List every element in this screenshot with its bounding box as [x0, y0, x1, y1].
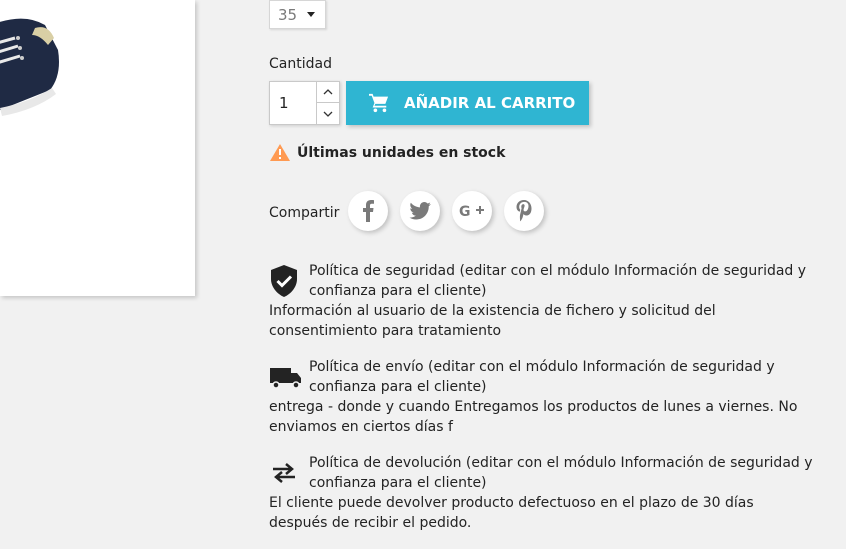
reassurance-title: Política de seguridad (editar con el mód…: [309, 263, 807, 299]
quantity-label: Cantidad: [269, 56, 332, 72]
swap-arrows-icon: [269, 453, 309, 493]
product-image[interactable]: [0, 0, 195, 296]
shield-check-icon: [269, 261, 309, 301]
reassurance-title: Política de devolución (editar con el mó…: [309, 455, 813, 491]
facebook-icon: [363, 200, 374, 222]
product-page: 35 Cantidad AÑADIR AL CARRITO: [0, 0, 846, 549]
truck-icon: [269, 357, 309, 397]
stock-warning: Últimas unidades en stock: [269, 143, 505, 162]
reassurance-description: entrega - donde y cuando Entregamos los …: [269, 399, 798, 435]
reassurance-returns: Política de devolución (editar con el mó…: [269, 453, 814, 533]
reassurance-description: El cliente puede devolver producto defec…: [269, 495, 754, 531]
warning-icon: [269, 143, 291, 162]
quantity-increase-button[interactable]: [316, 81, 340, 103]
stock-message: Últimas unidades en stock: [297, 144, 506, 161]
quantity-input[interactable]: [269, 81, 317, 125]
shoe-image: [0, 18, 59, 116]
quantity-stepper: [269, 81, 340, 125]
caret-down-icon: [307, 12, 315, 17]
quantity-decrease-button[interactable]: [316, 103, 340, 125]
reassurance-security: Política de seguridad (editar con el mód…: [269, 261, 814, 341]
pinterest-icon: [516, 200, 532, 222]
share-pinterest-button[interactable]: [504, 191, 544, 231]
chevron-up-icon: [323, 89, 333, 95]
share-label: Compartir: [269, 205, 340, 221]
reassurance-title: Política de envío (editar con el módulo …: [309, 359, 775, 395]
size-select[interactable]: 35: [269, 0, 326, 29]
google-plus-icon: G: [459, 204, 484, 219]
reassurance-description: Información al usuario de la existencia …: [269, 303, 716, 339]
shopping-cart-icon: [368, 93, 390, 113]
twitter-icon: [409, 202, 431, 220]
size-select-value: 35: [278, 5, 298, 24]
add-to-cart-button[interactable]: AÑADIR AL CARRITO: [346, 81, 589, 125]
svg-text:G: G: [459, 204, 471, 219]
add-to-cart-label: AÑADIR AL CARRITO: [404, 94, 576, 112]
share-facebook-button[interactable]: [348, 191, 388, 231]
chevron-down-icon: [323, 111, 333, 117]
reassurance-shipping: Política de envío (editar con el módulo …: [269, 357, 814, 437]
share-twitter-button[interactable]: [400, 191, 440, 231]
share-google-plus-button[interactable]: G: [452, 191, 492, 231]
